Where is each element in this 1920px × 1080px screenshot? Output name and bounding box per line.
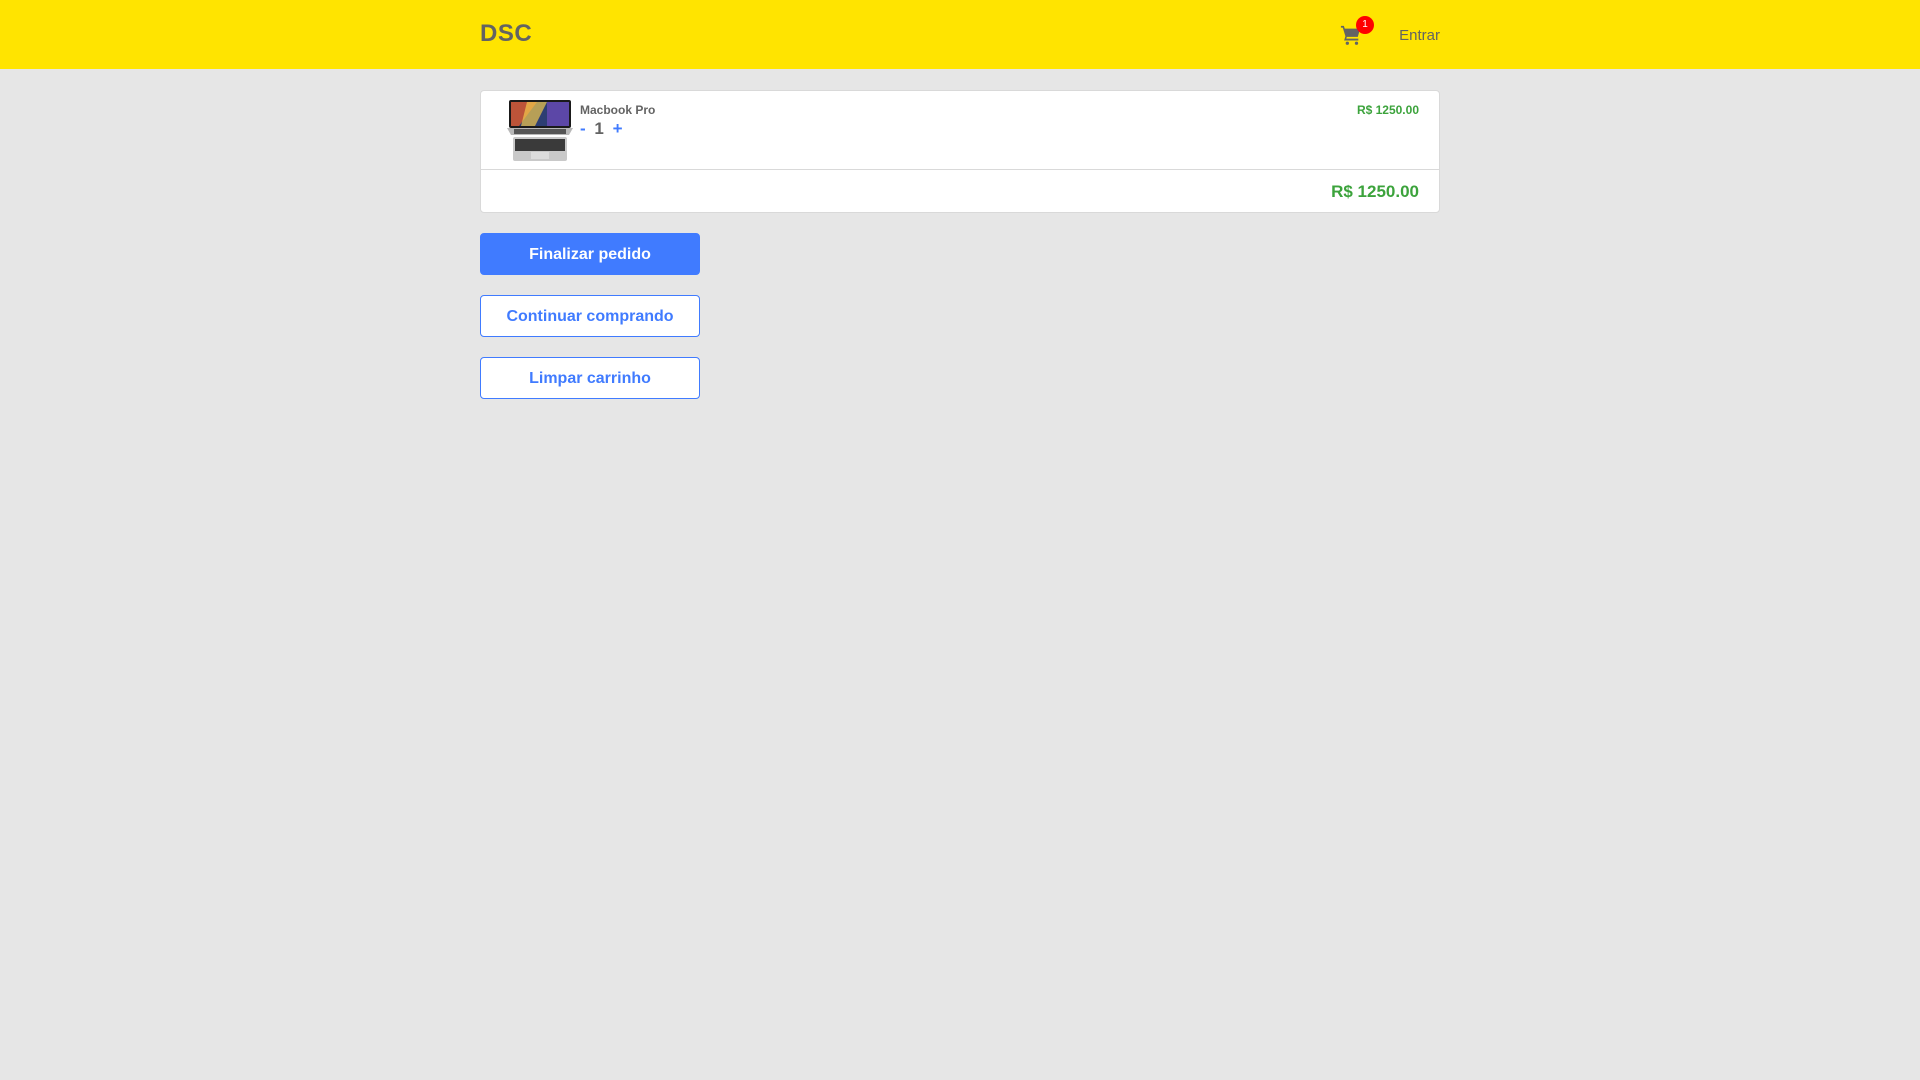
navbar-inner: DSC 1 Entrar xyxy=(480,0,1440,69)
cart-card: Macbook Pro - 1 + R$ 1250.00 R$ 1250.00 xyxy=(480,90,1440,213)
product-image xyxy=(507,100,573,161)
cart-total: R$ 1250.00 xyxy=(1331,182,1419,201)
decrease-quantity-button[interactable]: - xyxy=(580,119,586,138)
navbar: DSC 1 Entrar xyxy=(0,0,1920,69)
login-link[interactable]: Entrar xyxy=(1399,27,1440,44)
item-price: R$ 1250.00 xyxy=(1356,103,1419,117)
continue-shopping-button[interactable]: Continuar comprando xyxy=(480,295,700,337)
logo-link[interactable]: DSC xyxy=(480,20,532,48)
clear-cart-button[interactable]: Limpar carrinho xyxy=(480,357,700,399)
increase-quantity-button[interactable]: + xyxy=(613,119,623,138)
cart-count-badge: 1 xyxy=(1356,16,1374,34)
quantity-control: - 1 + xyxy=(580,119,623,139)
cart-button[interactable]: 1 xyxy=(1340,16,1374,54)
finalize-order-button[interactable]: Finalizar pedido xyxy=(480,233,700,275)
quantity-value: 1 xyxy=(594,119,604,138)
product-name: Macbook Pro xyxy=(580,103,656,117)
cart-item: Macbook Pro - 1 + R$ 1250.00 xyxy=(481,91,1439,170)
